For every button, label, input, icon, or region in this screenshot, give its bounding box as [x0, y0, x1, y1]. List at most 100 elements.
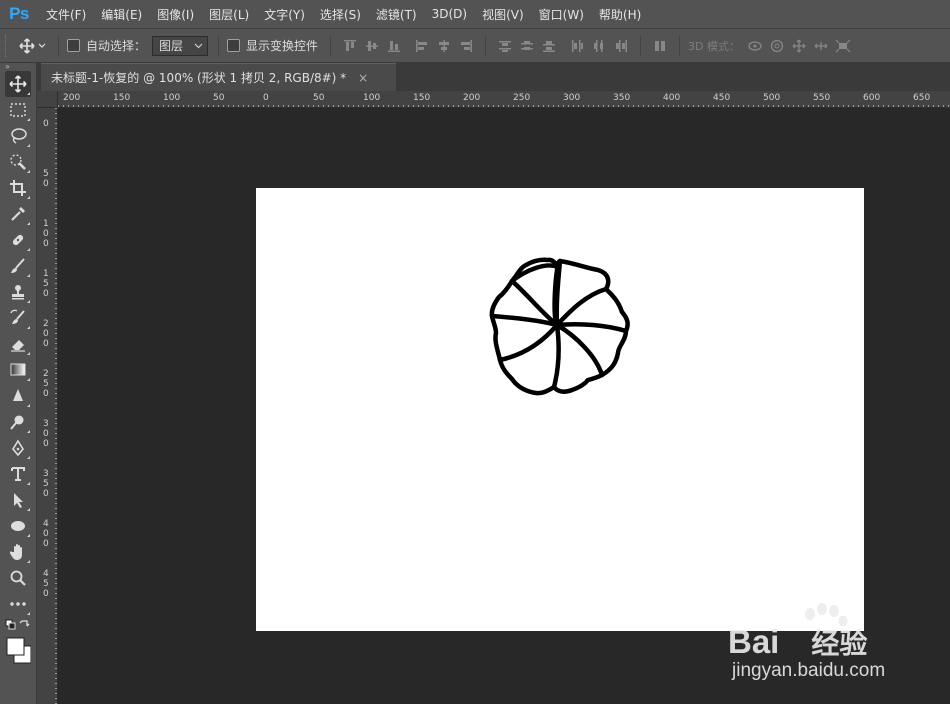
- show-transform-label: 显示变换控件: [246, 39, 319, 53]
- dodge-tool-icon[interactable]: [5, 409, 31, 435]
- distribute-vcenter-icon[interactable]: [516, 35, 538, 57]
- ruler-label: 50: [313, 93, 325, 103]
- auto-align-icon[interactable]: [649, 35, 671, 57]
- history-brush-tool-icon[interactable]: [5, 305, 31, 331]
- ruler-label: 100: [363, 93, 380, 103]
- menu-layer[interactable]: 图层(L): [201, 6, 256, 23]
- pen-tool-icon[interactable]: [5, 435, 31, 461]
- more-tools-icon[interactable]: [5, 591, 31, 617]
- flower-shape[interactable]: [256, 188, 864, 631]
- align-left-icon[interactable]: [411, 35, 433, 57]
- watermark-brand-cn: 经验: [811, 628, 868, 659]
- auto-select-checkbox[interactable]: [67, 39, 80, 52]
- move-tool-icon[interactable]: [5, 71, 31, 97]
- ruler-label: 400: [663, 93, 680, 103]
- ruler-label: 2: [43, 369, 49, 379]
- menu-edit[interactable]: 编辑(E): [93, 6, 149, 23]
- auto-select-label: 自动选择：: [86, 39, 147, 53]
- align-hcenter-icon[interactable]: [433, 35, 455, 57]
- ruler-label: 5: [43, 379, 49, 389]
- options-grip[interactable]: [5, 34, 10, 57]
- eyedropper-tool-icon[interactable]: [5, 201, 31, 227]
- clone-stamp-tool-icon[interactable]: [5, 279, 31, 305]
- 3d-scale-icon[interactable]: [832, 35, 854, 57]
- 3d-mode-label: 3D 模式：: [688, 39, 740, 53]
- auto-select-target-dropdown[interactable]: 图层: [152, 35, 209, 56]
- distribute-bottom-icon[interactable]: [538, 35, 560, 57]
- healing-brush-tool-icon[interactable]: [5, 227, 31, 253]
- ruler-label: 4: [43, 519, 49, 529]
- align-vcenter-icon[interactable]: [361, 35, 383, 57]
- menu-filter[interactable]: 滤镜(T): [368, 6, 424, 23]
- ruler-label: 0: [43, 489, 49, 499]
- gradient-tool-icon[interactable]: [5, 357, 31, 383]
- chevron-down-icon: [194, 43, 203, 48]
- options-bar: 自动选择： 图层 显示变换控件 3D 模式：: [0, 28, 950, 63]
- ruler-label: 0: [43, 539, 49, 549]
- ruler-label: 0: [43, 389, 49, 399]
- 3d-rotate-icon[interactable]: [744, 35, 766, 57]
- menu-help[interactable]: 帮助(H): [591, 6, 648, 23]
- color-swatches[interactable]: [5, 633, 31, 667]
- separator: [330, 35, 332, 56]
- 3d-roll-icon[interactable]: [766, 35, 788, 57]
- move-tool-preset-icon[interactable]: [16, 35, 50, 57]
- distribute-top-icon[interactable]: [494, 35, 516, 57]
- show-transform-checkbox[interactable]: [227, 39, 241, 52]
- zoom-tool-icon[interactable]: [5, 565, 31, 591]
- ruler-origin[interactable]: [37, 91, 58, 108]
- menu-image[interactable]: 图像(I): [149, 6, 201, 23]
- marquee-tool-icon[interactable]: [5, 97, 31, 123]
- align-right-icon[interactable]: [455, 35, 477, 57]
- menu-select[interactable]: 选择(S): [312, 6, 368, 23]
- ruler-label: 450: [713, 93, 730, 103]
- ruler-label: 550: [813, 93, 830, 103]
- ruler-label: 500: [763, 93, 780, 103]
- distribute-hcenter-icon[interactable]: [588, 35, 610, 57]
- brush-tool-icon[interactable]: [5, 253, 31, 279]
- menu-view[interactable]: 视图(V): [474, 6, 531, 23]
- distribute-right-icon[interactable]: [610, 35, 632, 57]
- path-select-tool-icon[interactable]: [5, 487, 31, 513]
- distribute-left-icon[interactable]: [566, 35, 588, 57]
- ruler-label: 5: [43, 479, 49, 489]
- separator: [218, 35, 220, 56]
- 3d-pan-icon[interactable]: [788, 35, 810, 57]
- ruler-label: 3: [43, 419, 49, 429]
- menu-window[interactable]: 窗口(W): [531, 6, 591, 23]
- ruler-label: 4: [43, 569, 49, 579]
- ruler-label: 0: [43, 119, 49, 129]
- ruler-label: 200: [63, 93, 80, 103]
- document-tab[interactable]: 未标题-1-恢复的 @ 100% (形状 1 拷贝 2, RGB/8#) * ×: [41, 63, 396, 91]
- menu-3d[interactable]: 3D(D): [424, 7, 474, 21]
- menu-type[interactable]: 文字(Y): [256, 6, 312, 23]
- align-top-icon[interactable]: [339, 35, 361, 57]
- crop-tool-icon[interactable]: [5, 175, 31, 201]
- hand-tool-icon[interactable]: [5, 539, 31, 565]
- ruler-label: 0: [43, 289, 49, 299]
- photoshop-logo: Ps: [9, 4, 29, 23]
- ruler-label: 0: [43, 339, 49, 349]
- ellipse-tool-icon[interactable]: [5, 513, 31, 539]
- quick-select-tool-icon[interactable]: [5, 149, 31, 175]
- separator: [640, 35, 642, 56]
- separator: [679, 35, 681, 56]
- panel-collapse-icon[interactable]: »: [0, 63, 36, 71]
- close-icon[interactable]: ×: [358, 71, 368, 85]
- blur-tool-icon[interactable]: [5, 383, 31, 409]
- vertical-ruler[interactable]: 050100150200250300350400450: [37, 108, 58, 704]
- document-tab-title: 未标题-1-恢复的 @ 100% (形状 1 拷贝 2, RGB/8#) *: [51, 71, 347, 85]
- menu-bar: Ps 文件(F) 编辑(E) 图像(I) 图层(L) 文字(Y) 选择(S) 滤…: [0, 0, 950, 28]
- ruler-label: 0: [43, 239, 49, 249]
- align-bottom-icon[interactable]: [383, 35, 405, 57]
- default-colors-icon[interactable]: [5, 617, 31, 633]
- type-tool-icon[interactable]: [5, 461, 31, 487]
- lasso-tool-icon[interactable]: [5, 123, 31, 149]
- menu-file[interactable]: 文件(F): [38, 6, 93, 23]
- 3d-slide-icon[interactable]: [810, 35, 832, 57]
- ruler-label: 150: [113, 93, 130, 103]
- document-canvas[interactable]: [256, 188, 864, 631]
- horizontal-ruler[interactable]: 200 150 100 50 0 50 100 150 200 250 300 350 400 450 50…: [58, 91, 950, 108]
- eraser-tool-icon[interactable]: [5, 331, 31, 357]
- ruler-label: 0: [263, 93, 269, 103]
